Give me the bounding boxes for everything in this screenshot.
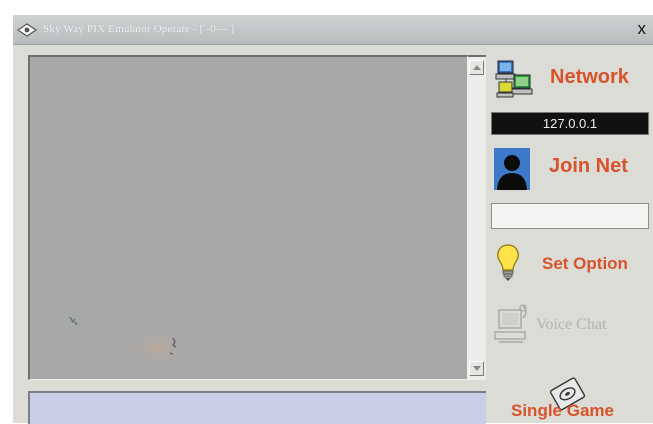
arrow-up-icon	[473, 65, 481, 70]
set-option-label: Set Option	[542, 254, 628, 273]
join-net-label: Join Net	[549, 155, 628, 177]
vertical-scrollbar[interactable]	[468, 55, 486, 380]
emulator-window: Sky Way PIX Emulator Operate - [ -0--- ]…	[12, 14, 653, 424]
display-texture	[69, 316, 194, 370]
network-label: Network	[550, 66, 629, 88]
scroll-up-button[interactable]	[469, 60, 484, 75]
voice-chat-label: Voice Chat	[536, 316, 607, 333]
single-game-label: Single Game	[511, 401, 614, 420]
game-display-area[interactable]	[28, 55, 468, 380]
computer-voice-icon	[494, 304, 527, 343]
title-bar[interactable]: Sky Way PIX Emulator Operate - [ -0--- ]…	[13, 15, 653, 45]
network-computers-icon	[495, 60, 533, 98]
user-silhouette-icon	[494, 148, 530, 190]
player-name-input[interactable]	[491, 203, 649, 229]
single-game-button[interactable]: Single Game	[509, 373, 653, 423]
lightbulb-icon	[497, 244, 519, 281]
network-button[interactable]: Network	[491, 60, 651, 102]
ip-address-display: 127.0.0.1	[491, 112, 649, 135]
app-logo-icon	[16, 23, 38, 37]
voice-chat-button[interactable]: Voice Chat	[491, 302, 651, 352]
set-option-button[interactable]: Set Option	[491, 243, 651, 287]
join-net-button[interactable]: Join Net	[491, 148, 651, 192]
scroll-down-button[interactable]	[469, 361, 484, 376]
close-button[interactable]: x	[638, 19, 647, 39]
arrow-down-icon	[473, 366, 481, 371]
window-title: Sky Way PIX Emulator Operate - [ -0--- ]	[43, 23, 235, 35]
chat-panel[interactable]	[28, 391, 486, 424]
